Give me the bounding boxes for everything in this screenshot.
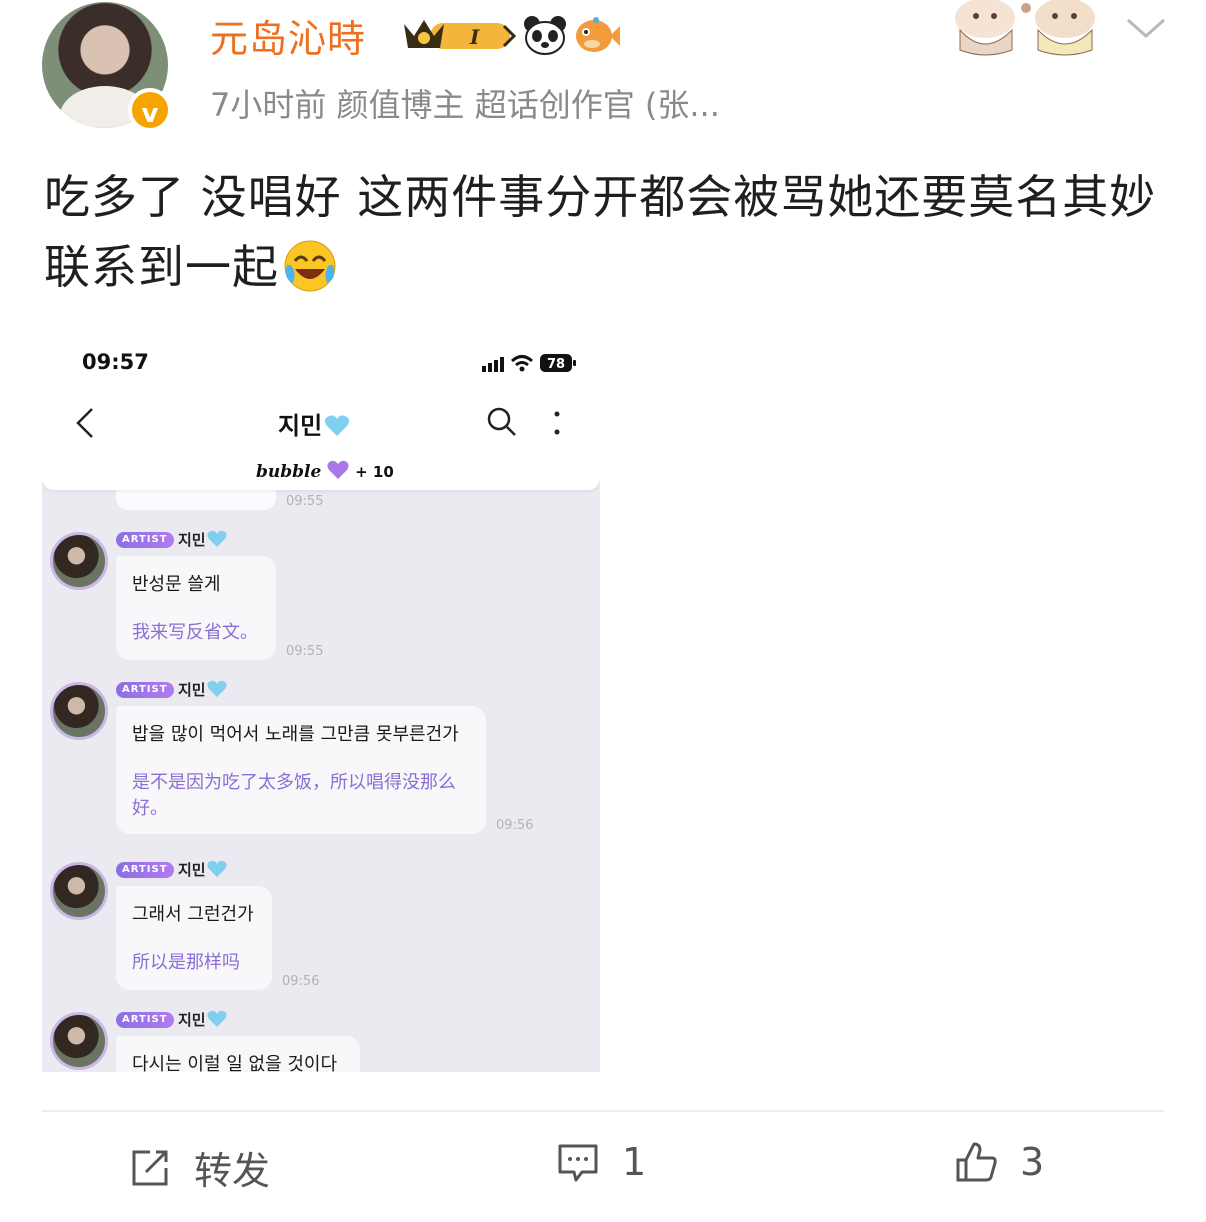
bubble-label: bubble <box>256 462 322 482</box>
laughing-crying-emoji-icon <box>284 240 336 292</box>
post-text-content: 吃多了 没唱好 这两件事分开都会被骂她还要莫名其妙联系到一起 <box>44 170 1157 294</box>
artist-tag: ARTIST <box>116 1012 174 1028</box>
message-timestamp: 09:56 <box>496 818 534 833</box>
bubble-count: + 10 <box>355 463 394 481</box>
message-korean: 밥을 많이 먹어서 노래를 그만큼 못부른건가 <box>132 724 459 745</box>
sender-name: 지민 <box>178 529 227 550</box>
artist-tag: ARTIST <box>116 532 174 548</box>
artist-avatar[interactable] <box>50 862 108 920</box>
artist-avatar[interactable] <box>50 532 108 590</box>
sender-name: 지민 <box>178 1009 227 1030</box>
chat-title: 지민 <box>278 406 350 441</box>
like-button[interactable]: 3 <box>954 1140 1044 1184</box>
pufferfish-icon <box>576 17 620 52</box>
message-bubble[interactable]: 그래서 그런건가 所以是那样吗 <box>116 886 272 990</box>
repost-icon <box>132 1150 168 1185</box>
chevron-down-icon[interactable] <box>1124 12 1168 42</box>
chat-title-text: 지민 <box>278 412 323 440</box>
bubble-subscription: bubble + 10 <box>256 460 394 482</box>
artist-tag: ARTIST <box>116 862 174 878</box>
more-options-icon[interactable] <box>550 408 564 440</box>
artist-avatar[interactable] <box>50 682 108 740</box>
thumbs-up-icon <box>956 1142 997 1182</box>
artist-avatar[interactable] <box>50 1012 108 1070</box>
message-translation: 我来写反省文。 <box>132 622 258 643</box>
status-time: 09:57 <box>82 350 149 374</box>
blue-heart-icon <box>207 680 227 697</box>
repost-label: 转发 <box>194 1149 271 1193</box>
back-arrow-icon[interactable] <box>72 406 98 440</box>
like-count: 3 <box>1020 1140 1045 1184</box>
message-korean: 그래서 그런건가 <box>132 904 254 925</box>
panda-icon <box>524 16 566 55</box>
message-korean: 반성문 쓸게 <box>132 574 221 595</box>
blue-heart-icon <box>325 415 350 436</box>
purple-heart-icon <box>327 460 349 479</box>
action-divider <box>42 1110 1164 1112</box>
post-text: 吃多了 没唱好 这两件事分开都会被骂她还要莫名其妙联系到一起 <box>44 162 1174 302</box>
blue-heart-icon <box>207 1010 227 1027</box>
author-name[interactable]: 元岛沁時 <box>210 8 366 63</box>
sender-name: 지민 <box>178 859 227 880</box>
message-bubble[interactable]: 밥을 많이 먹어서 노래를 그만큼 못부른건가 是不是因为吃了太多饭，所以唱得没… <box>116 706 486 834</box>
verified-badge: v <box>128 88 172 132</box>
chat-header: 09:57 78 지민 bubble + 10 <box>42 330 600 490</box>
comment-icon <box>558 1144 598 1182</box>
embedded-screenshot[interactable]: 09:55 09:57 78 지민 bubble + 10 ARTIST 지민 … <box>42 330 600 1072</box>
artist-tag: ARTIST <box>116 682 174 698</box>
message-korean: 다시는 이럴 일 없을 것이다 <box>132 1054 338 1072</box>
post-meta: 7小时前 颜值博主 超话创作官 (张... <box>210 86 720 124</box>
status-icons: 78 <box>482 354 576 372</box>
message-bubble[interactable]: 다시는 이럴 일 없을 것이다 <box>116 1036 360 1072</box>
search-icon[interactable] <box>486 406 518 438</box>
member-level: I <box>469 25 480 49</box>
comment-button[interactable]: 1 <box>556 1140 646 1184</box>
message-translation: 所以是那样吗 <box>132 952 240 973</box>
comment-count: 1 <box>622 1140 647 1184</box>
sender-name: 지민 <box>178 679 227 700</box>
message-timestamp: 09:55 <box>286 494 324 509</box>
decoration-sticker-icon <box>955 0 1095 56</box>
message-bubble[interactable]: 반성문 쓸게 我来写反省文。 <box>116 556 276 660</box>
blue-heart-icon <box>207 530 227 547</box>
message-timestamp: 09:55 <box>286 644 324 659</box>
member-crown-badge-icon: I <box>404 20 517 49</box>
blue-heart-icon <box>207 860 227 877</box>
battery-level: 78 <box>547 357 565 372</box>
message-translation: 是不是因为吃了太多饭，所以唱得没那么好。 <box>132 772 456 819</box>
repost-button[interactable]: 转发 <box>128 1140 270 1195</box>
message-timestamp: 09:56 <box>282 974 320 989</box>
